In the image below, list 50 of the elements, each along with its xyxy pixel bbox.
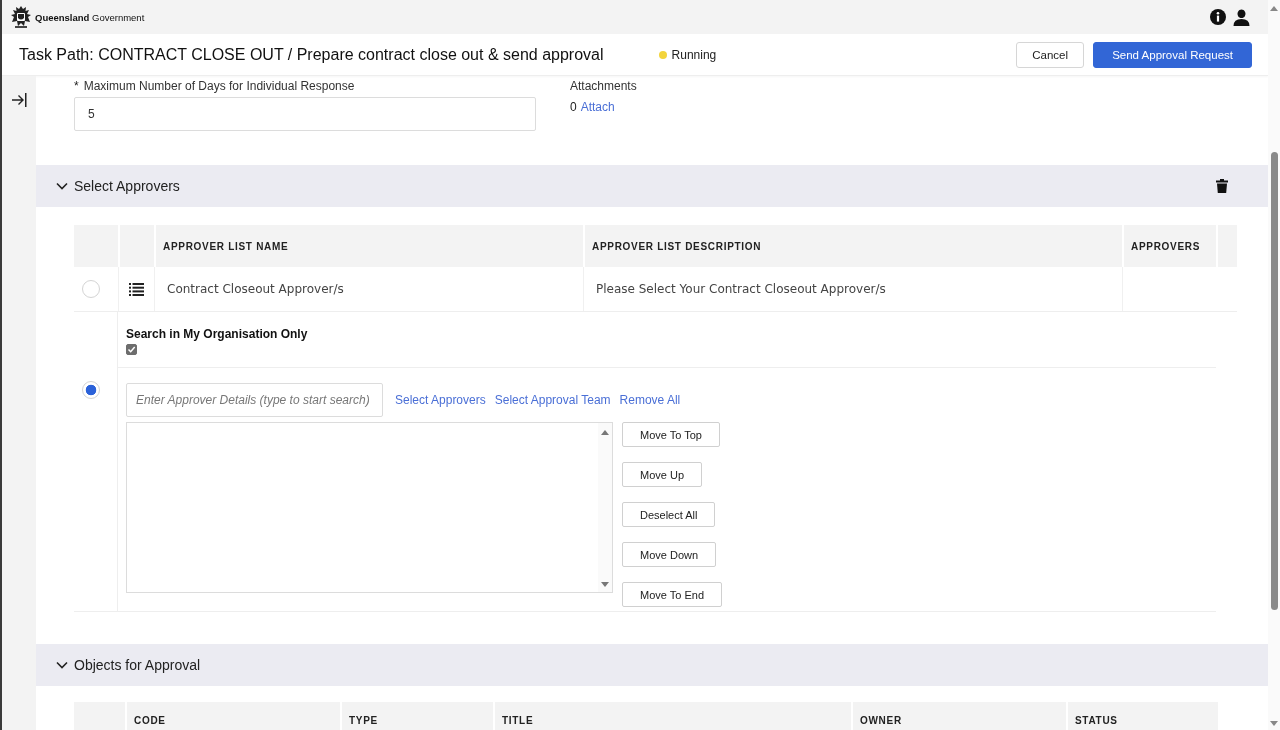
table-cell: Please Select Your Contract Closeout Approver/s [596, 282, 886, 296]
attach-link[interactable]: Attach [580, 100, 615, 114]
trash-icon[interactable] [1216, 179, 1228, 193]
days-input[interactable]: 5 [74, 97, 536, 131]
column-header: APPROVERS [1131, 240, 1201, 252]
scroll-down-arrow-icon[interactable] [601, 582, 609, 587]
user-icon[interactable] [1233, 8, 1250, 26]
brand-name: Queensland Government [35, 11, 145, 23]
chevron-down-icon[interactable] [56, 661, 68, 669]
column-header: TITLE [502, 715, 534, 726]
section-title[interactable]: Select Approvers [74, 178, 180, 194]
order-button[interactable]: Move Up [622, 462, 703, 487]
crest-icon [10, 5, 32, 29]
field-label: Maximum Number of Days for Individual Response [83, 79, 355, 93]
info-icon[interactable] [1210, 9, 1226, 25]
scroll-down-arrow-icon[interactable] [1270, 721, 1278, 726]
page-scrollbar[interactable] [1268, 0, 1280, 730]
required-mark: * [74, 79, 79, 93]
send-request-button[interactable]: Send Approval Request [1093, 41, 1252, 68]
scrollbar-thumb[interactable] [1270, 152, 1278, 610]
order-button[interactable]: Move To End [622, 582, 722, 607]
attachments-label: Attachments [570, 79, 637, 93]
order-button[interactable]: Move To Top [622, 422, 720, 447]
action-link[interactable]: Select Approval Team [494, 393, 611, 407]
radio-button[interactable] [82, 381, 100, 399]
table-cell: Contract Closeout Approver/s [167, 282, 344, 296]
attachment-count: 0 [570, 100, 577, 114]
order-button[interactable]: Deselect All [622, 502, 716, 527]
section-title[interactable]: Objects for Approval [74, 657, 201, 673]
scroll-up-arrow-icon[interactable] [1270, 6, 1278, 11]
list-icon [129, 282, 144, 296]
column-header: APPROVER LIST NAME [163, 240, 289, 252]
radio-button[interactable] [82, 280, 100, 298]
column-header: TYPE [349, 715, 378, 726]
column-header: STATUS [1075, 715, 1118, 726]
checkbox[interactable] [126, 344, 137, 355]
status-label: Running [671, 47, 717, 62]
scroll-up-arrow-icon[interactable] [601, 430, 609, 435]
chevron-down-icon[interactable] [56, 182, 68, 190]
action-link[interactable]: Select Approvers [395, 393, 486, 407]
column-header: OWNER [860, 715, 902, 726]
cancel-button[interactable]: Cancel [1016, 41, 1085, 68]
column-header: CODE [134, 715, 166, 726]
checkbox-label: Search in My Organisation Only [126, 327, 308, 341]
order-button[interactable]: Move Down [622, 542, 717, 567]
action-link[interactable]: Remove All [619, 393, 681, 407]
arrow-to-bar-icon[interactable] [11, 93, 27, 107]
task-path-title: Task Path: CONTRACT CLOSE OUT / Prepare contract close out & send approval [19, 45, 604, 64]
approver-search-field[interactable]: Enter Approver Details (type to start search) [126, 383, 383, 417]
column-header: APPROVER LIST DESCRIPTION [592, 240, 762, 252]
